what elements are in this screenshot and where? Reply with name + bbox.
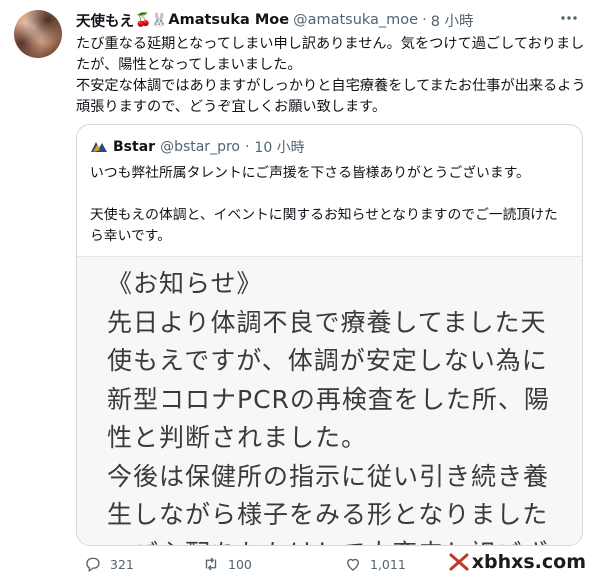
notice-line: 《お知らせ》 xyxy=(107,269,263,298)
display-name[interactable]: 天使もえ xyxy=(76,10,134,31)
tweet-time[interactable]: 8 小時 xyxy=(431,10,474,31)
display-name-en[interactable]: Amatsuka Moe xyxy=(168,12,289,28)
quoted-handle: @bstar_pro xyxy=(160,139,240,155)
retweet-count: 100 xyxy=(228,556,252,572)
more-icon[interactable] xyxy=(558,8,580,30)
quoted-time: 10 小時 xyxy=(254,140,305,156)
quoted-tweet[interactable]: Bstar @bstar_pro · 10 小時 いつも弊社所属タレントにご声援… xyxy=(76,124,583,546)
tweet-text: たび重なる延期となってしまい申し訳ありません。気をつけて過ごしておりまし たが、… xyxy=(76,34,586,118)
notice-line: 。ご心配をおかけして大変申し訳ござ xyxy=(107,535,550,546)
quoted-line: 天使もえの体調と、イベントに関するお知らせとなりますのでご一読頂けた xyxy=(90,207,558,223)
notice-line: 生しながら様子をみる形となりました xyxy=(107,500,549,529)
quoted-text: いつも弊社所属タレントにご声援を下さる皆様ありがとうございます。 天使もえの体調… xyxy=(90,163,570,247)
tweet-line: たが、陽性となってしまいました。 xyxy=(76,57,302,73)
quoted-line: いつも弊社所属タレントにご声援を下さる皆様ありがとうございます。 xyxy=(90,165,530,181)
tweet-line: 頑張りますので、どうぞ宜しくお願い致します。 xyxy=(76,99,387,115)
notice-line: 新型コロナPCRの再検査をした所、陽 xyxy=(107,384,550,414)
notice-line: 先日より体調不良で療養してました天 xyxy=(107,307,547,337)
retweet-icon xyxy=(205,557,217,571)
heart-icon xyxy=(347,558,359,571)
separator-dot: · xyxy=(422,12,427,28)
bstar-logo-icon xyxy=(91,142,107,152)
notice-line: 使もえですが、体調が安定しない為に xyxy=(107,346,548,375)
quoted-tweet-header: Bstar @bstar_pro · 10 小時 xyxy=(90,137,305,157)
reply-icon xyxy=(86,557,100,573)
tweet: 天使もえ 🍒🐰 Amatsuka Moe @amatsuka_moe · 8 小… xyxy=(0,0,598,579)
watermark-logo-icon xyxy=(449,553,469,571)
notice-line: 今後は保健所の指示に従い引き続き養 xyxy=(107,461,550,491)
watermark-text: xbhxs.com xyxy=(471,551,586,573)
avatar[interactable] xyxy=(14,10,62,58)
quoted-display-name: Bstar xyxy=(113,139,156,155)
like-button[interactable]: 1,011 xyxy=(344,552,406,576)
like-count: 1,011 xyxy=(370,556,406,572)
reply-count: 321 xyxy=(110,556,134,572)
site-watermark: xbhxs.com xyxy=(449,551,586,573)
avatar-photo xyxy=(14,10,62,58)
notice-line: 性と判断されました。 xyxy=(107,423,368,452)
name-emoji: 🍒🐰 xyxy=(135,12,168,28)
retweet-button[interactable]: 100 xyxy=(202,552,252,576)
tweet-header: 天使もえ 🍒🐰 Amatsuka Moe @amatsuka_moe · 8 小… xyxy=(76,9,474,31)
quoted-line xyxy=(90,184,570,205)
notice-image[interactable]: 《お知らせ》 先日より体調不良で療養してました天 使もえですが、体調が安定しない… xyxy=(77,256,582,546)
reply-button[interactable]: 321 xyxy=(84,552,134,576)
tweet-line: たび重なる延期となってしまい申し訳ありません。気をつけて過ごしておりまし xyxy=(76,36,585,52)
user-handle[interactable]: @amatsuka_moe xyxy=(293,12,418,28)
notice-text: 《お知らせ》 先日より体調不良で療養してました天 使もえですが、体調が安定しない… xyxy=(107,265,550,546)
quoted-line: ら幸いです。 xyxy=(90,228,171,244)
separator-dot: · xyxy=(244,139,250,155)
tweet-line: 不安定な体調ではありますがしっかりと自宅療養をしてまたお仕事が出来るよう xyxy=(76,78,586,94)
